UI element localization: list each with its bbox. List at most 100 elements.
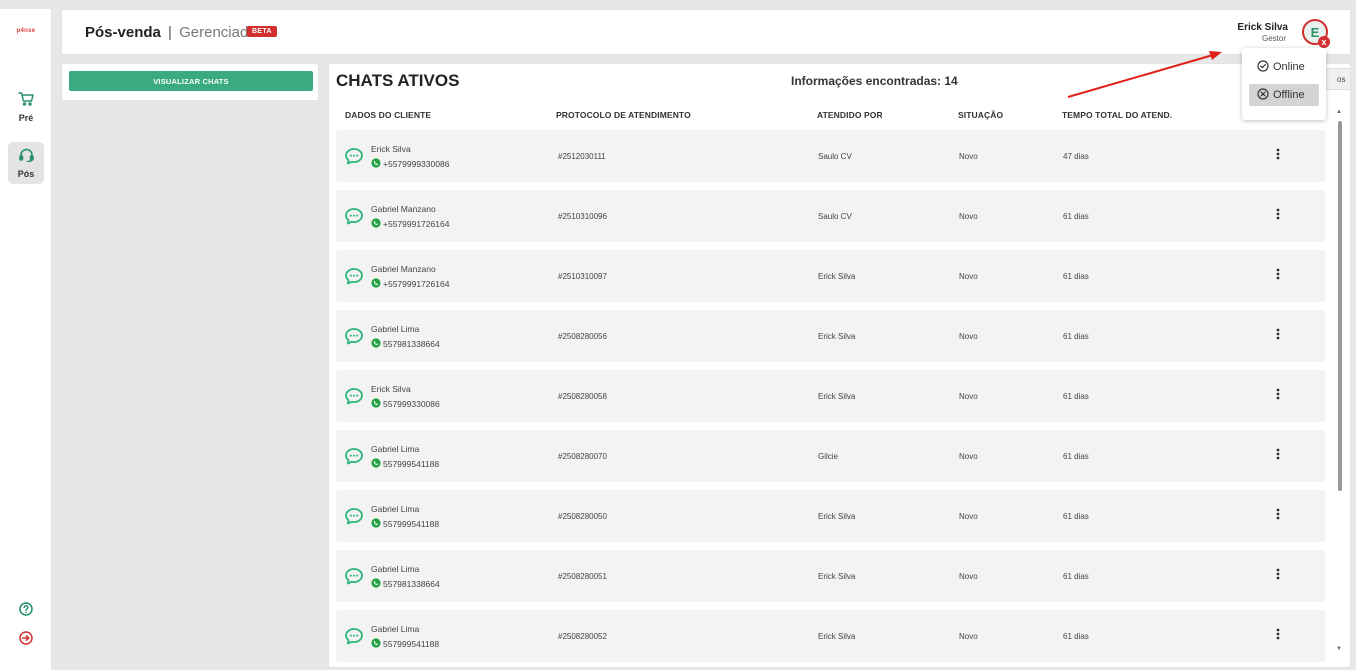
client-phone-wrapper: 557981338664 — [371, 338, 440, 350]
scrollbar-thumb[interactable] — [1338, 121, 1342, 491]
status-text: Novo — [959, 272, 978, 281]
client-name: Gabriel Manzano — [371, 264, 436, 274]
table-row[interactable]: Erick Silva 557999330086 #2508280058 Eri… — [336, 370, 1325, 422]
status-text: Novo — [959, 512, 978, 521]
protocol-number: #2508280058 — [558, 392, 607, 401]
kebab-menu-icon[interactable] — [1276, 508, 1280, 522]
table-row[interactable]: Gabriel Manzano +5579991726164 #25103100… — [336, 190, 1325, 242]
table-row[interactable]: Gabriel Manzano +5579991726164 #25103100… — [336, 250, 1325, 302]
client-name: Gabriel Lima — [371, 624, 420, 634]
client-phone: 557981338664 — [383, 339, 440, 349]
total-time: 61 dias — [1063, 332, 1089, 341]
chat-bubble-icon — [344, 507, 364, 527]
client-name: Gabriel Lima — [371, 324, 420, 334]
table-row[interactable]: Gabriel Lima 557981338664 #2508280051 Er… — [336, 550, 1325, 602]
page-title: Pós-venda | Gerenciador — [85, 24, 262, 41]
client-phone-wrapper: 557999541188 — [371, 518, 439, 530]
beta-badge: BETA — [247, 26, 277, 37]
chat-bubble-icon — [344, 327, 364, 347]
check-circle-icon — [1257, 59, 1273, 75]
client-phone-wrapper: 557981338664 — [371, 578, 440, 590]
table-row[interactable]: Gabriel Lima 557999541188 #2508280050 Er… — [336, 490, 1325, 542]
client-name: Gabriel Manzano — [371, 204, 436, 214]
results-count: Informações encontradas: 14 — [791, 74, 958, 88]
kebab-menu-icon[interactable] — [1276, 208, 1280, 222]
chat-bubble-icon — [344, 387, 364, 407]
offline-status-badge: x — [1318, 36, 1330, 48]
kebab-menu-icon[interactable] — [1276, 268, 1280, 282]
table-row[interactable]: Erick Silva +5579999330086 #2512030111 S… — [336, 130, 1325, 182]
protocol-number: #2510310096 — [558, 212, 607, 221]
whatsapp-icon — [371, 398, 381, 410]
section-heading: CHATS ATIVOS — [336, 71, 460, 90]
status-option-offline[interactable]: Offline — [1249, 84, 1319, 106]
status-option-online[interactable]: Online — [1249, 56, 1319, 78]
scroll-down-arrow-icon[interactable]: ▼ — [1336, 646, 1342, 652]
protocol-number: #2510310097 — [558, 272, 607, 281]
headset-icon — [18, 148, 34, 167]
x-circle-icon — [1257, 87, 1273, 103]
client-phone: 557981338664 — [383, 579, 440, 589]
attended-by: Gilcie — [818, 452, 839, 461]
sidebar-item-pos[interactable]: Pós — [8, 142, 44, 184]
kebab-menu-icon[interactable] — [1276, 148, 1280, 162]
whatsapp-icon — [371, 158, 381, 170]
attended-by: Erick Silva — [818, 332, 856, 341]
protocol-number: #2512030111 — [558, 152, 606, 161]
attended-by: Saulo CV — [818, 152, 852, 161]
status-option-label: Online — [1273, 61, 1305, 73]
column-header-agent[interactable]: ATENDIDO POR — [817, 110, 883, 120]
whatsapp-icon — [371, 458, 381, 470]
cart-icon — [18, 91, 34, 111]
status-text: Novo — [959, 452, 978, 461]
logout-button[interactable] — [0, 631, 52, 650]
client-phone: 557999541188 — [383, 459, 440, 469]
status-text: Novo — [959, 572, 978, 581]
column-header-protocol[interactable]: PROTOCOLO DE ATENDIMENTO — [556, 110, 691, 120]
kebab-menu-icon[interactable] — [1276, 328, 1280, 342]
attended-by: Erick Silva — [818, 572, 856, 581]
top-header: Pós-venda | Gerenciador BETA Erick Silva… — [61, 9, 1351, 55]
attended-by: Saulo CV — [818, 212, 852, 221]
status-text: Novo — [959, 392, 978, 401]
status-text: Novo — [959, 632, 978, 641]
protocol-number: #2508280051 — [558, 572, 607, 581]
chat-bubble-icon — [344, 207, 364, 227]
total-time: 47 dias — [1063, 152, 1089, 161]
left-panel: VISUALIZAR CHATS — [61, 63, 319, 101]
chat-bubble-icon — [344, 567, 364, 587]
total-time: 61 dias — [1063, 452, 1089, 461]
scroll-up-arrow-icon[interactable]: ▲ — [1336, 109, 1342, 115]
sidebar-item-pre[interactable]: Pré — [8, 86, 44, 128]
view-chats-button[interactable]: VISUALIZAR CHATS — [69, 71, 313, 91]
column-header-status[interactable]: SITUAÇÃO — [958, 110, 1003, 120]
whatsapp-icon — [371, 278, 381, 290]
total-time: 61 dias — [1063, 272, 1089, 281]
user-role: Gestor — [1261, 34, 1286, 43]
title-separator: | — [168, 24, 172, 41]
partially-hidden-button[interactable]: os — [1324, 68, 1350, 90]
status-text: Novo — [959, 152, 978, 161]
total-time: 61 dias — [1063, 572, 1089, 581]
whatsapp-icon — [371, 338, 381, 350]
client-name: Gabriel Lima — [371, 504, 420, 514]
column-header-total-time[interactable]: TEMPO TOTAL DO ATEND. — [1062, 110, 1172, 120]
client-phone-wrapper: +5579999330086 — [371, 158, 449, 170]
kebab-menu-icon[interactable] — [1276, 388, 1280, 402]
attended-by: Erick Silva — [818, 392, 856, 401]
whatsapp-icon — [371, 638, 381, 650]
client-phone-wrapper: 557999541188 — [371, 638, 439, 650]
kebab-menu-icon[interactable] — [1276, 628, 1280, 642]
column-header-client[interactable]: DADOS DO CLIENTE — [345, 110, 431, 120]
client-name: Erick Silva — [371, 384, 411, 394]
table-row[interactable]: Gabriel Lima 557981338664 #2508280056 Er… — [336, 310, 1325, 362]
status-text: Novo — [959, 212, 978, 221]
help-button[interactable] — [0, 602, 52, 621]
sidebar-item-label: Pré — [18, 113, 34, 123]
kebab-menu-icon[interactable] — [1276, 568, 1280, 582]
total-time: 61 dias — [1063, 512, 1089, 521]
table-row[interactable]: Gabriel Lima 557999541188 #2508280052 Er… — [336, 610, 1325, 662]
table-row[interactable]: Gabriel Lima 557999541188 #2508280070 Gi… — [336, 430, 1325, 482]
kebab-menu-icon[interactable] — [1276, 448, 1280, 462]
client-name: Erick Silva — [371, 144, 411, 154]
